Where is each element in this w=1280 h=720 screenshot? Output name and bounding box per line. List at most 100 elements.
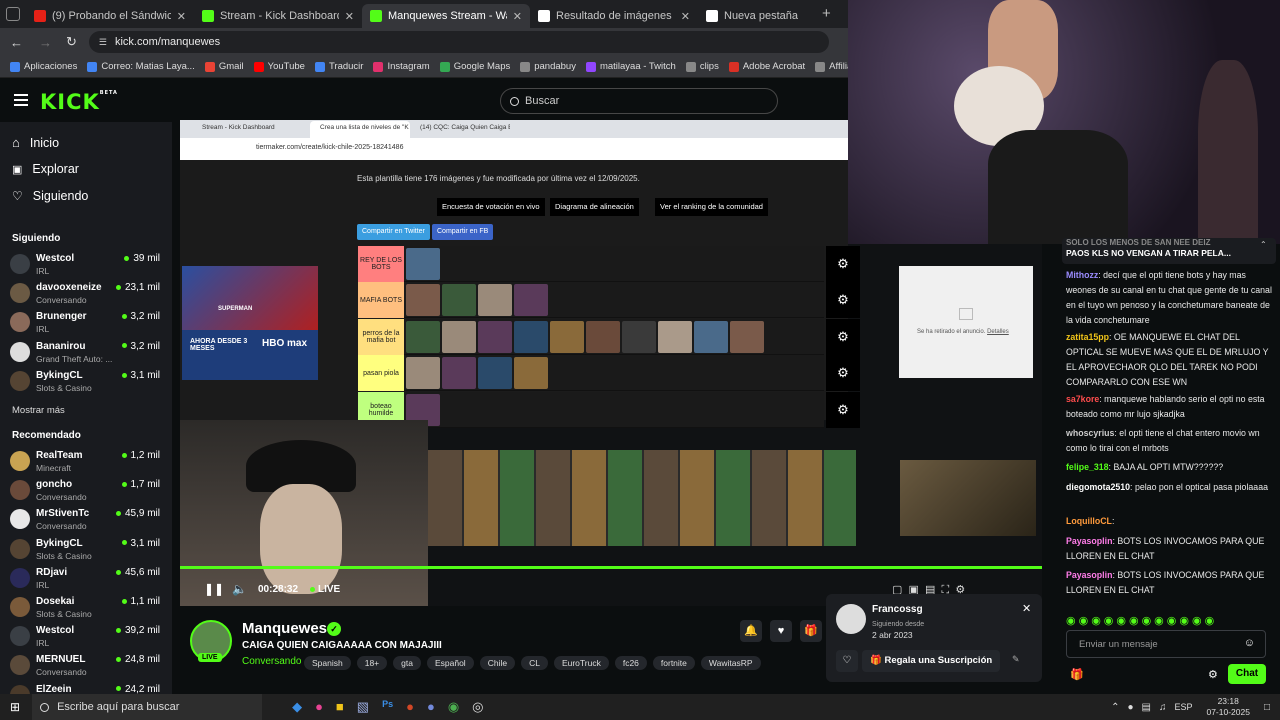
tier-image[interactable] xyxy=(514,320,548,353)
poll-button[interactable]: Encuesta de votación en vivo xyxy=(437,198,545,216)
cortana-icon[interactable]: ◆ xyxy=(292,699,302,715)
kick-logo[interactable]: KICKBETA xyxy=(40,90,118,114)
stream-tag[interactable]: Spanish xyxy=(304,656,351,670)
bookmark-item[interactable]: Affiliates – Rainb xyxy=(815,61,848,72)
pinned-message[interactable]: SOLO LOS MENOS DE SAN NEE DEIZ PAOS KLS … xyxy=(1062,238,1276,264)
tier-image[interactable] xyxy=(442,284,476,317)
tier-image[interactable] xyxy=(442,320,476,353)
tab-close-icon[interactable]: ✕ xyxy=(681,10,690,23)
file-explorer-icon[interactable]: ■ xyxy=(336,699,344,715)
tier-image[interactable] xyxy=(550,320,584,353)
bookmark-item[interactable]: Aplicaciones xyxy=(10,61,77,72)
chat-username[interactable]: diegomota2510 xyxy=(1066,482,1130,492)
search-input[interactable]: Buscar xyxy=(525,95,559,107)
clock[interactable]: 23:18 07-10-2025 xyxy=(1206,696,1249,718)
stream-tag[interactable]: fc26 xyxy=(614,656,647,670)
browser-tab[interactable]: Stream - Kick Dashboard ✕ xyxy=(194,4,362,28)
back-icon[interactable]: ← xyxy=(10,35,23,50)
bookmark-item[interactable]: pandabuy xyxy=(520,61,576,72)
bookmark-item[interactable]: Traducir xyxy=(314,61,363,72)
tier-settings-icon[interactable]: ⚙ xyxy=(826,282,860,319)
sidebar-channel[interactable]: Westcol IRL 39,2 mil xyxy=(10,623,160,651)
obs-icon[interactable]: ◎ xyxy=(472,699,483,715)
browser-tab[interactable]: Nueva pestaña✕ xyxy=(698,4,866,28)
bookmark-item[interactable]: clips xyxy=(685,61,719,72)
reload-icon[interactable]: ↻ xyxy=(66,34,77,50)
microphone-icon[interactable]: ● xyxy=(1127,702,1133,713)
tier-image[interactable] xyxy=(406,320,440,353)
stream-category[interactable]: Conversando xyxy=(242,656,301,667)
site-info-icon[interactable]: ☰ xyxy=(99,37,107,48)
sidebar-channel[interactable]: davooxeneize Conversando 23,1 mil xyxy=(10,280,160,308)
bookmark-item[interactable]: YouTube xyxy=(253,61,305,72)
search-box[interactable]: Buscar xyxy=(500,88,778,114)
chrome-icon[interactable]: ◉ xyxy=(448,699,459,715)
tier-image[interactable] xyxy=(694,320,728,353)
tier-image[interactable] xyxy=(514,284,548,317)
chat-settings-icon[interactable]: ⚙ xyxy=(1208,668,1218,681)
sidebar-channel[interactable]: BykingCL Slots & Casino 3,1 mil xyxy=(10,536,160,564)
tier-settings-icon[interactable]: ⚙ xyxy=(826,391,860,428)
tier-image[interactable] xyxy=(730,320,764,353)
bookmark-item[interactable]: Google Maps xyxy=(439,61,510,72)
chat-username[interactable]: sa7kore xyxy=(1066,394,1099,404)
chat-username[interactable]: Payasoplin xyxy=(1066,536,1112,546)
tier-label[interactable]: MAFIA BOTS xyxy=(358,282,404,319)
taskbar-apps[interactable]: ◆ ● ■ ▧ Ps ● ● ◉ ◎ xyxy=(292,699,483,715)
volume-tray-icon[interactable]: ♫ xyxy=(1159,702,1167,713)
stream-tag[interactable]: 18+ xyxy=(356,656,388,670)
streamer-name[interactable]: Manquewes xyxy=(242,620,327,637)
tier-image[interactable] xyxy=(478,320,512,353)
app-store-icon[interactable]: ▧ xyxy=(357,699,369,715)
close-icon[interactable]: ✕ xyxy=(1022,602,1031,615)
show-more-link[interactable]: Mostrar más xyxy=(12,405,65,416)
sidebar-channel[interactable]: RDjavi IRL 45,6 mil xyxy=(10,565,160,593)
nav-home[interactable]: ⌂ Inicio xyxy=(12,135,59,150)
stream-tag[interactable]: WawitasRP xyxy=(700,656,761,670)
chat-username[interactable]: Mithozz xyxy=(1066,270,1098,280)
network-icon[interactable]: ▤ xyxy=(1142,702,1151,713)
tier-image[interactable] xyxy=(478,357,512,390)
tier-image[interactable] xyxy=(658,320,692,353)
pause-button[interactable]: ❚❚ xyxy=(204,582,224,596)
tier-image[interactable] xyxy=(406,357,440,390)
sidebar-channel[interactable]: MERNUEL Conversando 24,8 mil xyxy=(10,652,160,680)
sidebar-channel[interactable]: Dosekai Slots & Casino 1,1 mil xyxy=(10,594,160,622)
stream-tag[interactable]: Chile xyxy=(479,656,516,670)
chat-username[interactable]: zatita15pp xyxy=(1066,332,1109,342)
tier-settings-icon[interactable]: ⚙ xyxy=(826,318,860,355)
input-language[interactable]: ESP xyxy=(1174,702,1192,712)
browser-tab[interactable]: (9) Probando el Sándwich Más T ✕ xyxy=(26,4,194,28)
tab-close-icon[interactable]: ✕ xyxy=(513,10,522,23)
popup-follow-icon[interactable]: ♡ xyxy=(836,650,858,672)
tier-image[interactable] xyxy=(442,357,476,390)
chat-username[interactable]: LoquilloCL xyxy=(1066,516,1112,526)
stream-tag[interactable]: EuroTruck xyxy=(553,656,609,670)
tab-close-icon[interactable]: ✕ xyxy=(177,10,186,23)
browser-menu-icon[interactable] xyxy=(6,7,20,21)
mod-action-icon[interactable]: ✎ xyxy=(1012,654,1020,665)
nav-following[interactable]: ♡ Siguiendo xyxy=(12,189,88,203)
app-pink-icon[interactable]: ● xyxy=(315,699,323,715)
sidebar-channel[interactable]: Brunenger IRL 3,2 mil xyxy=(10,309,160,337)
tier-image[interactable] xyxy=(586,320,620,353)
chat-username[interactable]: felipe_318 xyxy=(1066,462,1109,472)
popup-username[interactable]: Francossg xyxy=(872,604,923,615)
url-text[interactable]: kick.com/manquewes xyxy=(115,36,220,48)
progress-bar[interactable] xyxy=(180,566,1042,569)
tier-settings-icon[interactable]: ⚙ xyxy=(826,246,860,282)
chat-send-button[interactable]: Chat xyxy=(1228,664,1266,684)
chat-username[interactable]: Payasoplin xyxy=(1066,570,1112,580)
sidebar-channel[interactable]: Westcol IRL 39 mil xyxy=(10,251,160,279)
new-tab-button[interactable]: + xyxy=(822,5,831,22)
powerpoint-icon[interactable]: ● xyxy=(406,699,414,715)
tier-image[interactable] xyxy=(406,284,440,317)
sidebar-channel[interactable]: goncho Conversando 1,7 mil xyxy=(10,477,160,505)
emoji-icon[interactable]: ☺ xyxy=(1244,637,1255,649)
tier-settings-icon[interactable]: ⚙ xyxy=(826,355,860,392)
photoshop-icon[interactable]: Ps xyxy=(382,699,393,715)
volume-icon[interactable]: 🔈 xyxy=(232,582,247,596)
bookmark-item[interactable]: Adobe Acrobat xyxy=(728,61,805,72)
notification-bell-icon[interactable]: 🔔 xyxy=(740,620,762,642)
discord-icon[interactable]: ● xyxy=(427,699,435,715)
